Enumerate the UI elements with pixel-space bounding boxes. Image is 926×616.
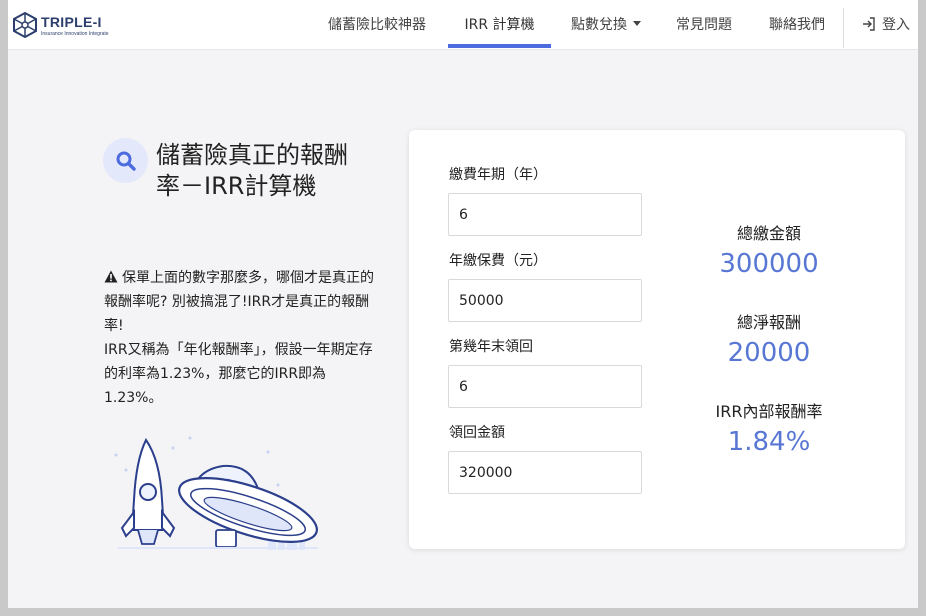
login-button[interactable]: 登入 bbox=[856, 0, 916, 50]
warning-paragraph: 保單上面的數字那麼多，哪個才是真正的報酬率呢? 別被搞混了!IRR才是真正的報酬… bbox=[104, 266, 374, 338]
net-return-value: 20000 bbox=[727, 338, 811, 368]
annual-premium-input[interactable] bbox=[448, 279, 642, 322]
warning-text: 保單上面的數字那麼多，哪個才是真正的報酬率呢? 別被搞混了!IRR才是真正的報酬… bbox=[104, 270, 374, 334]
brand-tagline: Insurance Innovation Integrate bbox=[41, 31, 109, 37]
nav-item-contact[interactable]: 聯絡我們 bbox=[759, 0, 835, 50]
payout-year-label: 第幾年末領回 bbox=[449, 339, 533, 355]
payment-years-label: 繳費年期（年） bbox=[449, 167, 547, 183]
brand-name: TRIPLE-I bbox=[41, 14, 102, 30]
total-paid-value: 300000 bbox=[719, 249, 819, 279]
net-return-label: 總淨報酬 bbox=[736, 313, 801, 332]
nav-item-points-label: 點數兌換 bbox=[571, 17, 627, 33]
total-paid-label: 總繳金額 bbox=[736, 224, 801, 243]
irr-rate-label: IRR內部報酬率 bbox=[715, 402, 823, 421]
active-nav-underline bbox=[448, 44, 551, 48]
sign-in-icon bbox=[863, 17, 875, 31]
intro-description: 保單上面的數字那麼多，哪個才是真正的報酬率呢? 別被搞混了!IRR才是真正的報酬… bbox=[104, 266, 374, 410]
brand-logo[interactable]: TRIPLE-I Insurance Innovation Integrate bbox=[12, 10, 122, 40]
nav-item-points-redeem[interactable]: 點數兌換 bbox=[560, 0, 652, 50]
logo-mark-icon bbox=[13, 12, 37, 38]
page-title: 儲蓄險真正的報酬率－IRR計算機 bbox=[156, 141, 348, 200]
warning-triangle-icon bbox=[104, 270, 118, 282]
nav-item-faq[interactable]: 常見問題 bbox=[667, 0, 741, 50]
irr-calculator-card: 繳費年期（年） 年繳保費（元） 第幾年末領回 領回金額 總繳金額 300000 … bbox=[409, 130, 905, 549]
payout-year-input[interactable] bbox=[448, 365, 642, 408]
page-frame: TRIPLE-I Insurance Innovation Integrate … bbox=[8, 0, 918, 608]
login-label: 登入 bbox=[882, 17, 910, 33]
search-bubble bbox=[103, 138, 148, 183]
navbar: TRIPLE-I Insurance Innovation Integrate … bbox=[8, 0, 918, 50]
payout-amount-input[interactable] bbox=[448, 451, 642, 494]
irr-explanation: IRR又稱為「年化報酬率」，假設一年期定存的利率為1.23%，那麼它的IRR即為… bbox=[104, 342, 373, 406]
nav-item-irr-calculator[interactable]: IRR 計算機 bbox=[448, 0, 551, 50]
nav-separator bbox=[843, 8, 844, 48]
annual-premium-label: 年繳保費（元） bbox=[449, 253, 547, 269]
nav-item-comparison[interactable]: 儲蓄險比較神器 bbox=[318, 0, 436, 50]
search-icon bbox=[116, 151, 136, 171]
payment-years-input[interactable] bbox=[448, 193, 642, 236]
rocket-ufo-illustration: IRR bbox=[114, 436, 318, 550]
payout-amount-label: 領回金額 bbox=[449, 425, 505, 441]
irr-rate-value: 1.84% bbox=[727, 427, 811, 457]
caret-down-icon bbox=[633, 20, 641, 26]
